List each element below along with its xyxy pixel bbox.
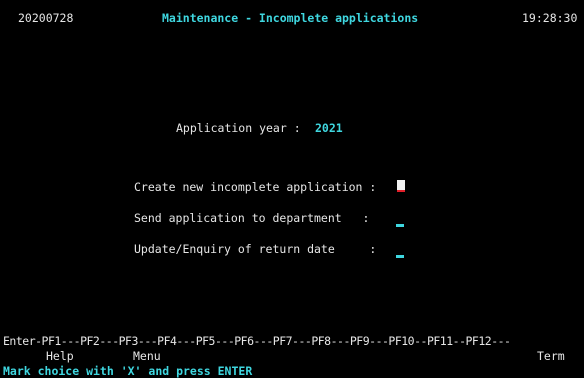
option-update-label: Update/Enquiry of return date : [134, 242, 377, 256]
option-create-input[interactable] [397, 180, 405, 192]
option-send-label: Send application to department : [134, 211, 370, 225]
pf1-help-label[interactable]: Help [46, 349, 74, 363]
header-time: 19:28:30 [522, 11, 578, 25]
option-create-label: Create new incomplete application : [134, 180, 377, 194]
application-year-label: Application year : [176, 121, 301, 135]
screen-title: Maintenance - Incomplete applications [162, 11, 419, 25]
application-year-value: 2021 [315, 121, 343, 135]
option-send-input[interactable] [396, 224, 404, 227]
pf12-term-label[interactable]: Term [537, 349, 565, 363]
header-date: 20200728 [18, 11, 74, 25]
terminal-screen: 20200728 Maintenance - Incomplete applic… [0, 0, 584, 378]
option-update-input[interactable] [396, 255, 404, 258]
function-key-bar: Enter-PF1---PF2---PF3---PF4---PF5---PF6-… [3, 334, 511, 348]
pf3-menu-label[interactable]: Menu [133, 349, 161, 363]
